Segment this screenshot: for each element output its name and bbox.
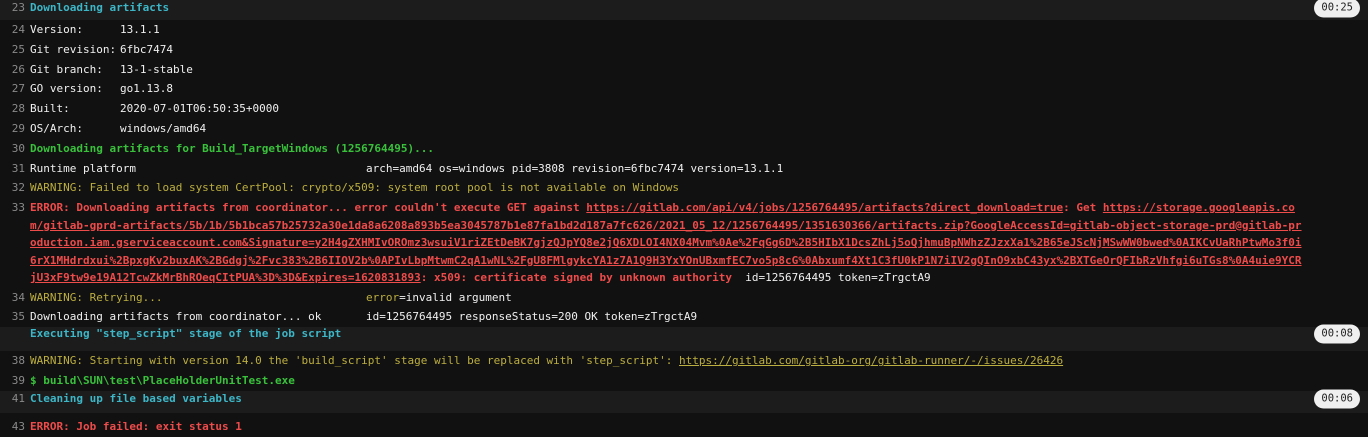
line-number[interactable]: 23 [0,0,30,15]
log-line: 27 GO version: go1.13.8 [0,79,1368,99]
duration-badge: 00:06 [1314,389,1360,409]
section-title: Cleaning up file based variables 00:06 [30,389,1368,409]
line-number[interactable]: 25 [0,40,30,60]
log-line: 29 OS/Arch: windows/amd64 [0,119,1368,139]
line-number[interactable]: 28 [0,99,30,119]
warning-text: WARNING: Failed to load system CertPool:… [30,181,680,195]
duration-badge: 00:25 [1314,0,1360,17]
line-number[interactable]: 30 [0,139,30,159]
log-message: Downloading artifacts from coordinator..… [30,310,322,324]
warning-text: WARNING: Starting with version 14.0 the … [30,354,1064,368]
log-section-header[interactable]: 36 Executing "step_script" stage of the … [0,324,1368,352]
line-number[interactable]: 29 [0,119,30,139]
section-title: Downloading artifacts 00:25 [30,0,1368,17]
log-text: Downloading artifacts for Build_TargetWi… [30,141,434,155]
job-log: 23 Downloading artifacts 00:25 24 Version… [0,0,1368,437]
line-number[interactable]: 43 [0,417,30,437]
log-key: OS/Arch: [30,121,83,135]
warning-text: WARNING: Retrying... [30,290,163,304]
log-section-header[interactable]: 23 Downloading artifacts 00:25 [0,0,1368,20]
log-key: Git branch: [30,62,103,76]
error-text: ERROR: Downloading artifacts from coordi… [30,201,1302,285]
log-key: Built: [30,102,70,116]
log-value: 2020-07-01T06:50:35+0000 [120,102,279,116]
line-number[interactable]: 31 [0,159,30,179]
line-number[interactable]: 41 [0,391,30,407]
log-line: 31 Runtime platform arch=amd64 os=windows… [0,159,1368,179]
log-value: 6fbc7474 [120,42,173,56]
log-value: 13-1-stable [120,62,193,76]
log-value: go1.13.8 [120,82,173,96]
runner-issue-link[interactable]: https://gitlab.com/gitlab-org/gitlab-run… [679,354,1063,367]
error-text: ERROR: Job failed: exit status 1 [30,419,242,433]
log-key: Git revision: [30,42,117,56]
log-line: 28 Built: 2020-07-01T06:50:35+0000 [0,99,1368,119]
line-number[interactable]: 27 [0,79,30,99]
log-line: 39 $ build\SUN\test\PlaceHolderUnitTest.… [0,371,1368,391]
line-number[interactable]: 26 [0,60,30,80]
log-line: 43 ERROR: Job failed: exit status 1 [0,417,1368,437]
error-key: error [366,290,400,304]
log-section-header[interactable]: 41 Cleaning up file based variables 00:06 [0,389,1368,413]
log-line: 34 WARNING: Retrying... error=invalid arg… [0,288,1368,308]
log-value: windows/amd64 [120,121,207,135]
line-number[interactable]: 33 [0,198,30,218]
log-fields: id=1256764495 responseStatus=200 OK toke… [366,310,698,324]
api-artifacts-link[interactable]: https://gitlab.com/api/v4/jobs/125676449… [586,201,1063,214]
log-fields: arch=amd64 os=windows pid=3808 revision=… [366,161,784,175]
line-number[interactable]: 35 [0,307,30,327]
log-line: 33 ERROR: Downloading artifacts from coo… [0,198,1368,288]
line-number[interactable]: 39 [0,371,30,391]
log-line: 25 Git revision: 6fbc7474 [0,40,1368,60]
log-line: 38 WARNING: Starting with version 14.0 t… [0,351,1368,371]
command-text: $ build\SUN\test\PlaceHolderUnitTest.exe [30,374,295,388]
line-number[interactable]: 38 [0,351,30,371]
log-value: 13.1.1 [120,23,160,36]
log-line: 26 Git branch: 13-1-stable [0,60,1368,80]
log-message: Runtime platform [30,161,136,175]
duration-badge: 00:08 [1314,324,1360,344]
error-value: =invalid argument [399,290,512,304]
log-key: GO version: [30,82,103,96]
log-line: 30 Downloading artifacts for Build_Targe… [0,139,1368,159]
log-key: Version: [30,23,83,36]
log-line: 32 WARNING: Failed to load system CertPo… [0,178,1368,198]
line-number[interactable]: 34 [0,288,30,308]
log-line: 35 Downloading artifacts from coordinato… [0,307,1368,327]
line-number[interactable]: 24 [0,20,30,40]
section-title: Executing "step_script" stage of the job… [30,324,1368,344]
log-line: 24 Version: 13.1.1 [0,20,1368,40]
line-number[interactable]: 32 [0,178,30,198]
